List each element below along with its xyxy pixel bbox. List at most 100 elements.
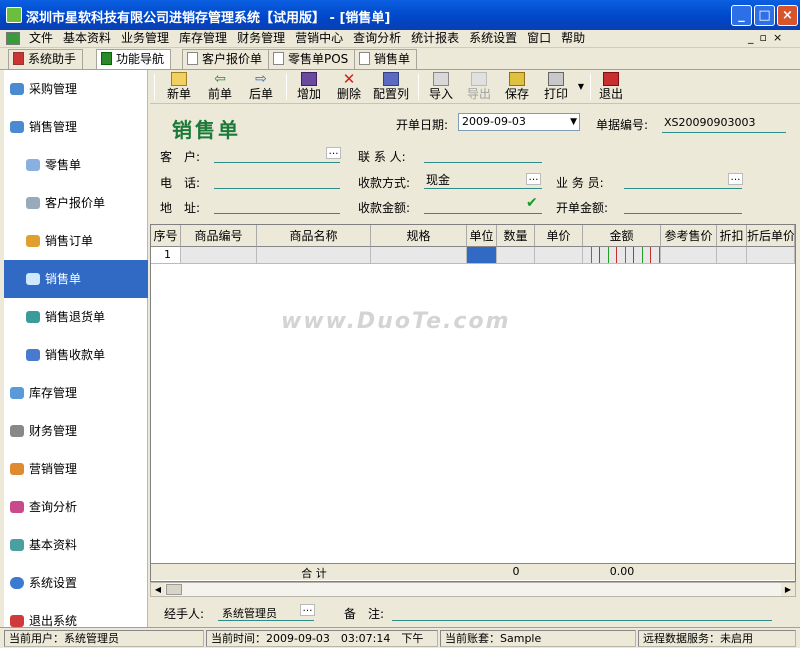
table-cell[interactable]: [257, 247, 371, 264]
sidebar-item-finance[interactable]: 财务管理: [4, 412, 148, 450]
menu-inventory[interactable]: 库存管理: [174, 30, 232, 47]
scroll-right-icon[interactable]: ▶: [781, 583, 795, 596]
export-button[interactable]: 导出: [464, 72, 494, 102]
save-button[interactable]: 保存: [502, 72, 532, 102]
payment-lookup-button[interactable]: …: [526, 173, 541, 185]
sidebar-item-receipt[interactable]: 销售收款单: [4, 336, 148, 374]
menu-finance[interactable]: 财务管理: [232, 30, 290, 47]
payment-field[interactable]: 现金: [426, 171, 450, 188]
table-cell[interactable]: [661, 247, 717, 264]
next-button[interactable]: ⇨ 后单: [246, 72, 276, 102]
column-header[interactable]: 折后单价: [747, 225, 795, 247]
table-cell[interactable]: [717, 247, 747, 264]
sidebar-item-purchase[interactable]: 采购管理: [4, 70, 148, 108]
sidebar-item-inventory[interactable]: 库存管理: [4, 374, 148, 412]
table-cell[interactable]: [181, 247, 257, 264]
menu-query[interactable]: 查询分析: [348, 30, 406, 47]
menu-settings[interactable]: 系统设置: [464, 30, 522, 47]
minimize-button[interactable]: _: [731, 5, 752, 26]
import-button[interactable]: 导入: [426, 72, 456, 102]
tab-pos[interactable]: 零售单POS: [268, 49, 356, 69]
customer-lookup-button[interactable]: …: [326, 147, 341, 159]
prev-button[interactable]: ⇦ 前单: [205, 72, 235, 102]
table-cell[interactable]: [747, 247, 795, 264]
chevron-down-icon: ▼: [570, 117, 577, 127]
column-header[interactable]: 商品名称: [257, 225, 371, 247]
total-amount-field[interactable]: [624, 213, 742, 214]
print-dropdown-button[interactable]: ▼: [576, 72, 586, 102]
menu-help[interactable]: 帮助: [556, 30, 590, 47]
handler-field[interactable]: 系统管理员: [222, 605, 277, 621]
exit-button[interactable]: 退出: [596, 72, 626, 102]
close-button[interactable]: ×: [777, 5, 798, 26]
table-cell[interactable]: [535, 247, 583, 264]
column-header[interactable]: 单价: [535, 225, 583, 247]
retail-icon: [26, 159, 40, 171]
sidebar-item-sales-order[interactable]: 销售订单: [4, 222, 148, 260]
sidebar-item-retail[interactable]: 零售单: [4, 146, 148, 184]
horizontal-scrollbar[interactable]: ◀ ▶: [150, 582, 796, 597]
sidebar-item-sales-return[interactable]: 销售退货单: [4, 298, 148, 336]
handler-lookup-button[interactable]: …: [300, 604, 315, 616]
exit-icon: [10, 615, 24, 627]
table-cell[interactable]: [497, 247, 535, 264]
sidebar-item-quote[interactable]: 客户报价单: [4, 184, 148, 222]
column-header[interactable]: 金额: [583, 225, 661, 247]
salesman-lookup-button[interactable]: …: [728, 173, 743, 185]
table-cell[interactable]: [583, 247, 661, 264]
status-time: 当前时间：2009-09-03 03:07:14 下午: [206, 630, 438, 647]
table-cell[interactable]: [371, 247, 467, 264]
column-header[interactable]: 单位: [467, 225, 497, 247]
menu-business[interactable]: 业务管理: [116, 30, 174, 47]
order-form: 销售单 开单日期: 2009-09-03 ▼ 单据编号: XS2009090300…: [150, 104, 800, 224]
tab-quote[interactable]: 客户报价单: [182, 49, 270, 69]
sidebar-item-system[interactable]: 系统设置: [4, 564, 148, 602]
customer-field[interactable]: [214, 162, 340, 163]
delete-button[interactable]: ✕ 删除: [334, 72, 364, 102]
column-header[interactable]: 规格: [371, 225, 467, 247]
column-header[interactable]: 序号: [151, 225, 181, 247]
date-picker[interactable]: 2009-09-03 ▼: [458, 113, 580, 131]
docno-field[interactable]: XS20090903003: [664, 116, 756, 129]
add-button[interactable]: 增加: [294, 72, 324, 102]
sidebar-item-sales-invoice[interactable]: 销售单: [4, 260, 148, 298]
tab-sales-order[interactable]: 销售单: [354, 49, 418, 69]
tab-assistant[interactable]: 系统助手: [8, 49, 84, 69]
totals-qty: 0: [512, 565, 520, 578]
salesman-field[interactable]: [624, 188, 742, 189]
note-field[interactable]: [392, 620, 772, 621]
sidebar-item-basic-data[interactable]: 基本资料: [4, 526, 148, 564]
table-cell[interactable]: 1: [151, 247, 181, 264]
status-bar: 当前用户：系统管理员 当前时间：2009-09-03 03:07:14 下午 当…: [0, 627, 800, 648]
scroll-left-icon[interactable]: ◀: [151, 583, 165, 596]
config-columns-button[interactable]: 配置列: [372, 72, 410, 102]
print-button[interactable]: 打印: [540, 72, 572, 102]
contact-field[interactable]: [424, 162, 542, 163]
column-header[interactable]: 折扣: [717, 225, 747, 247]
menu-reports[interactable]: 统计报表: [406, 30, 464, 47]
received-amount-field[interactable]: [424, 213, 542, 214]
menu-basic-data[interactable]: 基本资料: [58, 30, 116, 47]
menu-window[interactable]: 窗口: [522, 30, 556, 47]
tab-strip: 系统助手 功能导航 客户报价单 零售单POS 销售单: [0, 48, 800, 70]
scroll-thumb[interactable]: [166, 584, 182, 595]
menu-marketing[interactable]: 营销中心: [290, 30, 348, 47]
mdi-controls[interactable]: _▫×: [748, 31, 788, 44]
tab-nav[interactable]: 功能导航: [96, 49, 172, 69]
address-field[interactable]: [214, 213, 340, 214]
column-header[interactable]: 商品编号: [181, 225, 257, 247]
table-cell-selected[interactable]: [467, 247, 497, 264]
phone-field[interactable]: [214, 188, 340, 189]
maximize-button[interactable]: □: [754, 5, 775, 26]
column-header[interactable]: 参考售价: [661, 225, 717, 247]
payment-label: 收款方式:: [358, 176, 411, 190]
save-disk-icon: [509, 72, 525, 86]
sidebar-item-marketing[interactable]: 营销管理: [4, 450, 148, 488]
sidebar-item-query[interactable]: 查询分析: [4, 488, 148, 526]
sidebar-item-sales[interactable]: 销售管理: [4, 108, 148, 146]
column-header[interactable]: 数量: [497, 225, 535, 247]
menu-file[interactable]: 文件: [24, 30, 58, 47]
checkmark-icon[interactable]: ✔: [526, 195, 538, 211]
new-button[interactable]: 新单: [164, 72, 194, 102]
items-grid[interactable]: 序号 商品编号 商品名称 规格 单位 数量 单价 金额 参考售价 折扣 折后单价…: [150, 224, 796, 582]
